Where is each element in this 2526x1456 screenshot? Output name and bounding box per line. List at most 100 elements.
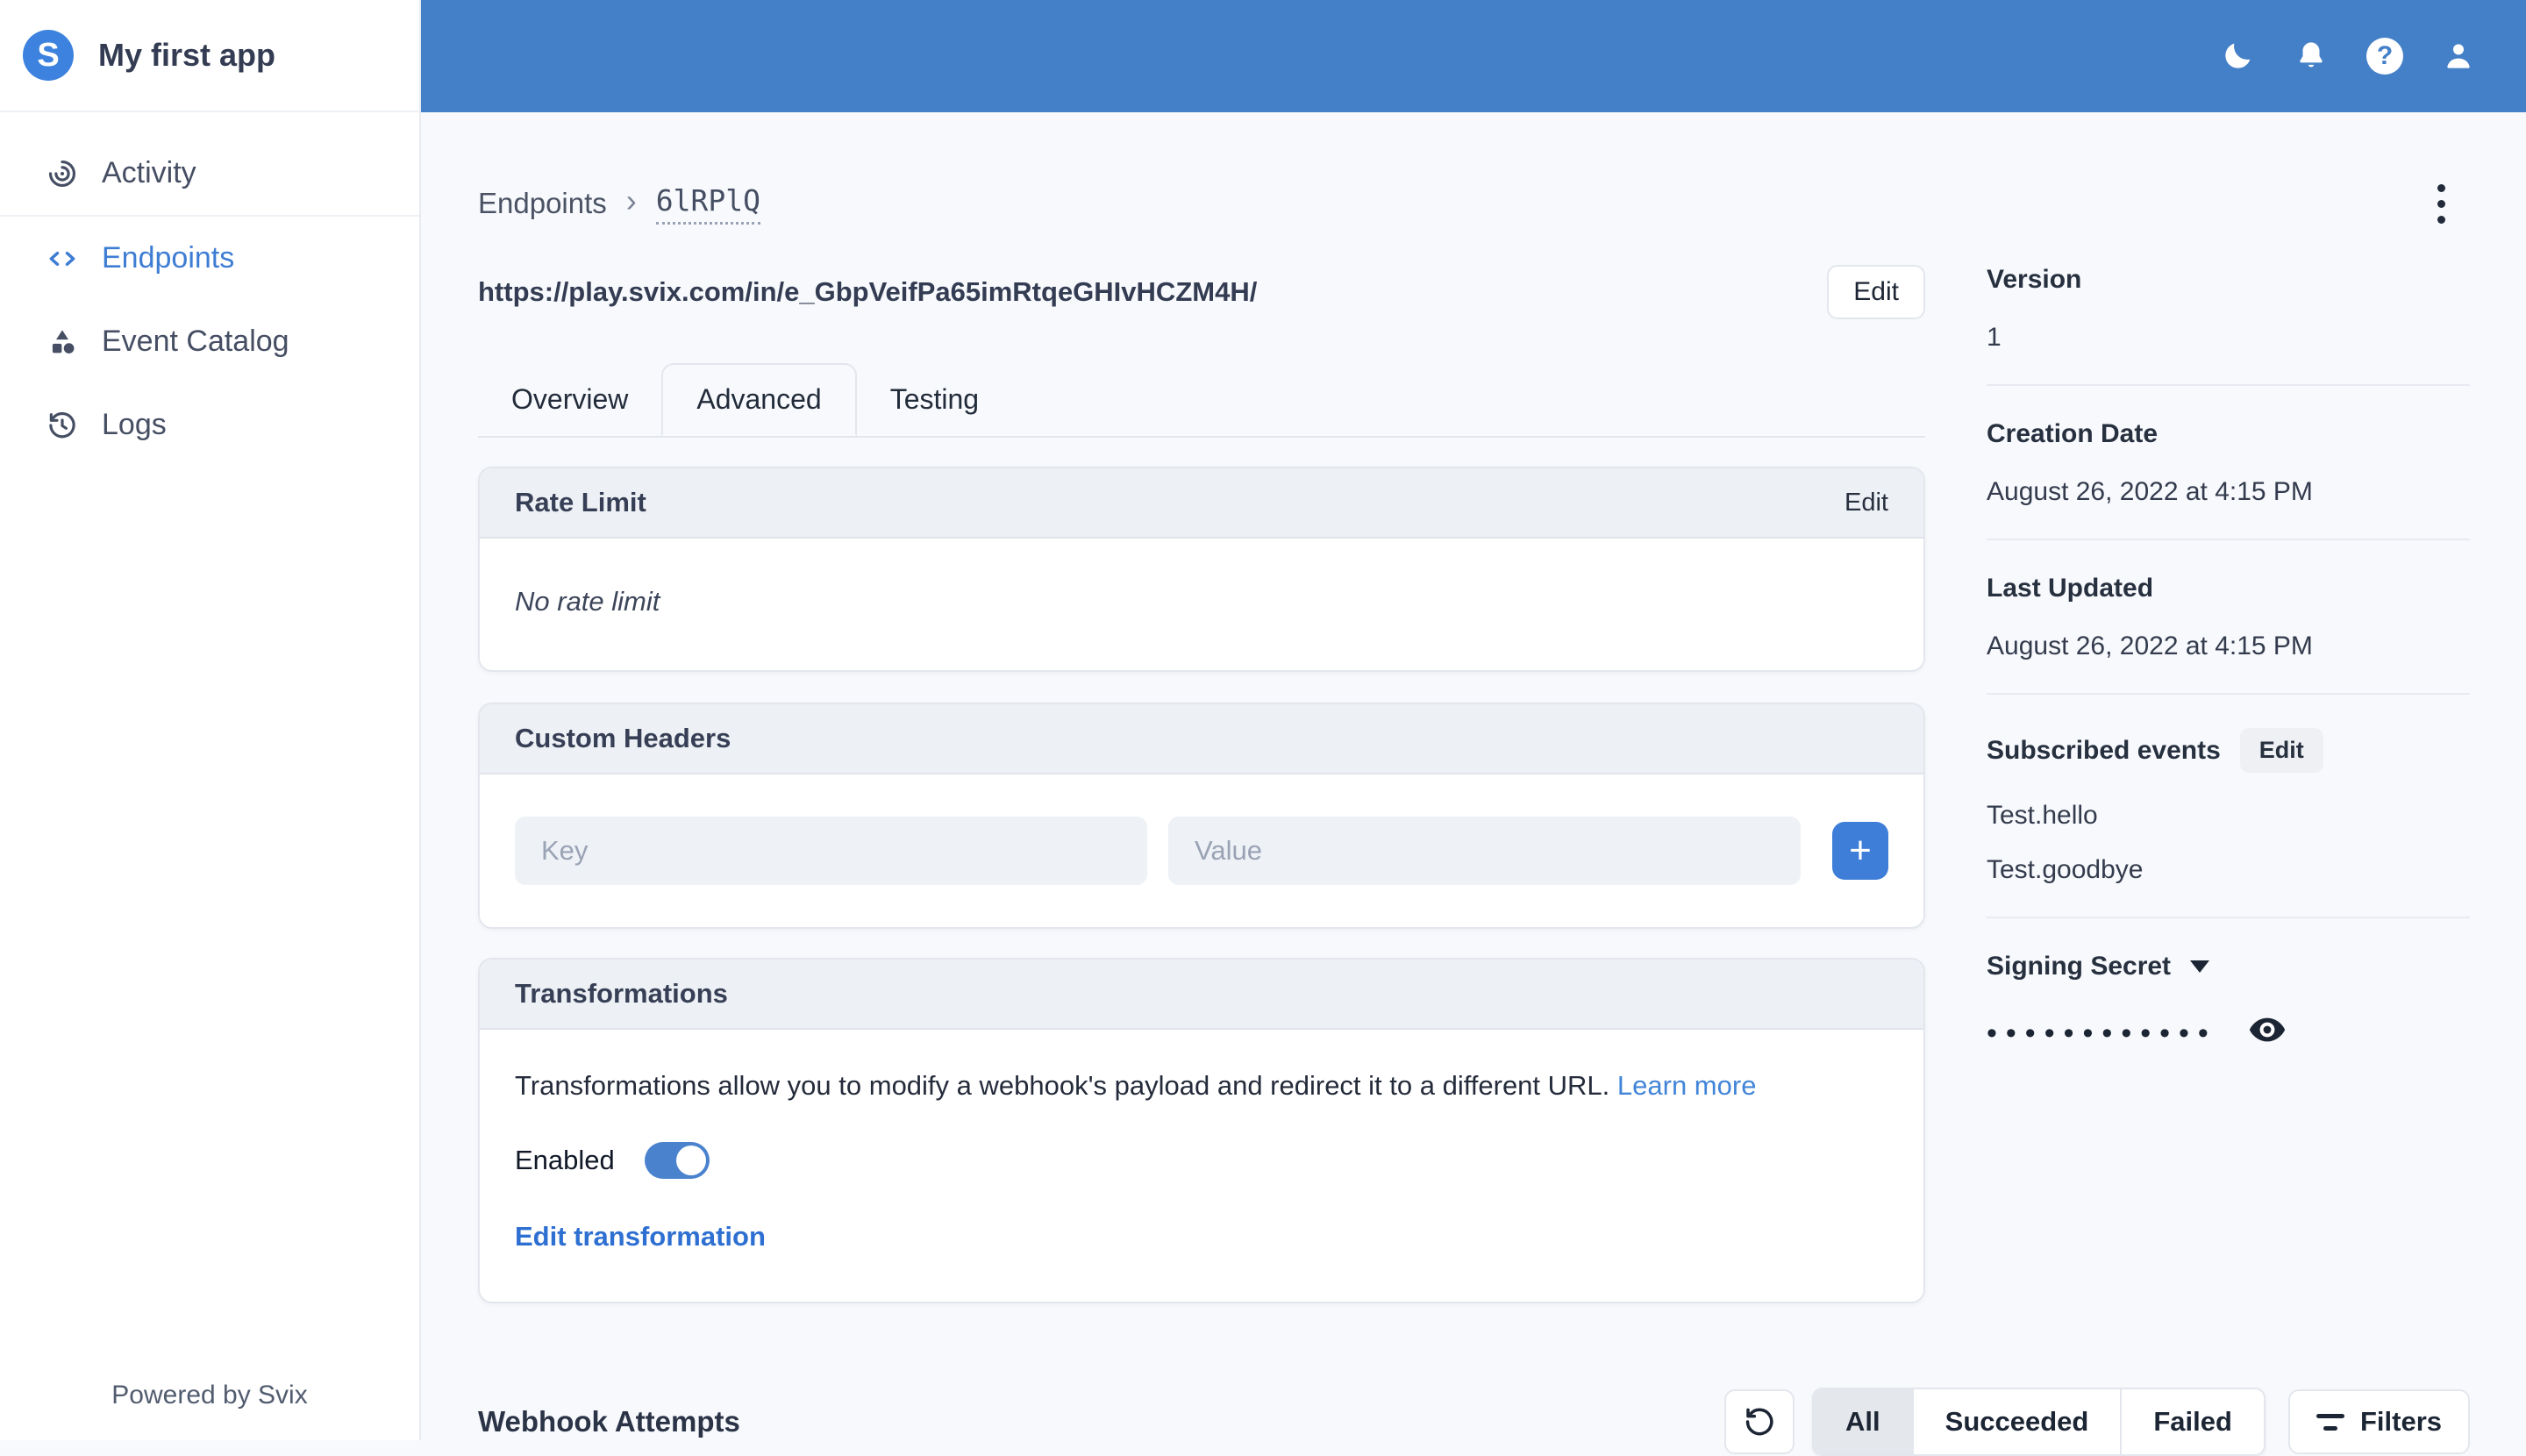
last-updated-section: Last Updated August 26, 2022 at 4:15 PM [1987,574,2470,695]
header-value-input[interactable] [1168,817,1801,885]
transformations-title: Transformations [515,978,728,1009]
subscribed-event: Test.goodbye [1987,855,2144,884]
help-button[interactable]: ? [2366,38,2403,75]
main-content: Endpoints › 6lRPlQ https://play.svix.com… [421,112,2526,1456]
transformations-body: Transformations allow you to modify a we… [480,1030,1923,1302]
app-header[interactable]: S My first app [0,0,419,112]
filters-label: Filters [2359,1406,2442,1437]
custom-headers-body: + [480,774,1923,927]
webhook-attempts-title: Webhook Attempts [478,1405,740,1438]
webhook-attempts-controls: All Succeeded Failed Filters [1724,1388,2470,1456]
transformations-enabled-toggle[interactable] [644,1142,710,1179]
powered-by-svix: Powered by Svix [111,1381,308,1410]
kebab-menu-button[interactable] [2430,177,2452,231]
status-filter-group: All Succeeded Failed [1812,1388,2266,1456]
last-updated-value: August 26, 2022 at 4:15 PM [1987,632,2313,660]
sidebar-item-logs[interactable]: Logs [0,383,419,467]
rate-limit-title: Rate Limit [515,487,646,517]
breadcrumb-row: Endpoints › 6lRPlQ [478,175,2470,232]
filters-button[interactable]: Filters [2287,1389,2470,1454]
rate-limit-edit-button[interactable]: Edit [1845,489,1888,517]
shapes-icon [52,329,75,353]
transformations-enabled-row: Enabled [515,1142,1888,1179]
app-name: My first app [98,37,276,73]
subscribed-event: Test.hello [1987,801,2098,830]
signing-secret-section: Signing Secret •••••••••••• [1987,952,2470,1081]
subscribed-events-edit-button[interactable]: Edit [2239,728,2323,773]
sidebar-item-event-catalog[interactable]: Event Catalog [0,300,419,383]
endpoint-url: https://play.svix.com/in/e_GbpVeifPa65im… [478,276,1258,307]
bell-icon [2300,42,2323,68]
custom-headers-card: Custom Headers + [478,703,1925,929]
sidebar: S My first app Activity Endpoints Event … [0,0,421,1440]
creation-date-value: August 26, 2022 at 4:15 PM [1987,477,2313,506]
help-glyph: ? [2376,41,2394,70]
chevron-down-icon[interactable] [2190,960,2210,973]
filter-icon [2316,1413,2344,1431]
webhook-attempts-row: Webhook Attempts All Succeeded Failed Fi… [478,1388,2470,1456]
sidebar-item-endpoints[interactable]: Endpoints [0,217,419,300]
endpoint-main-column: https://play.svix.com/in/e_GbpVeifPa65im… [478,265,1925,1303]
transformations-description-text: Transformations allow you to modify a we… [515,1070,1610,1101]
version-label: Version [1987,265,2082,294]
last-updated-label: Last Updated [1987,574,2154,603]
account-button[interactable] [2440,38,2477,75]
endpoint-details-panel: Version 1 Creation Date August 26, 2022 … [1987,265,2470,1081]
help-icon: ? [2366,38,2403,75]
refresh-button[interactable] [1724,1389,1795,1454]
filter-failed[interactable]: Failed [2120,1389,2264,1454]
breadcrumb-endpoints-link[interactable]: Endpoints [478,187,607,220]
subscribed-events-label: Subscribed events [1987,735,2221,765]
version-value: 1 [1987,323,2002,352]
sidebar-item-activity[interactable]: Activity [0,132,419,215]
endpoint-url-row: https://play.svix.com/in/e_GbpVeifPa65im… [478,265,1925,319]
version-section: Version 1 [1987,265,2470,386]
transformations-description: Transformations allow you to modify a we… [515,1070,1888,1102]
moon-icon [2225,43,2251,68]
sidebar-item-label: Logs [102,408,167,441]
activity-icon [48,160,76,187]
learn-more-link[interactable]: Learn more [1617,1070,1757,1101]
reveal-secret-eye-icon[interactable] [2247,1010,2287,1050]
sidebar-item-label: Event Catalog [102,325,289,358]
rate-limit-card: Rate Limit Edit No rate limit [478,467,1925,672]
creation-date-label: Creation Date [1987,419,2159,448]
edit-transformation-link[interactable]: Edit transformation [515,1221,1888,1253]
creation-date-section: Creation Date August 26, 2022 at 4:15 PM [1987,419,2470,540]
notifications-button[interactable] [2293,38,2330,75]
svix-logo: S [23,30,74,81]
signing-secret-masked-value: •••••••••••• [1987,1017,2217,1050]
enabled-label: Enabled [515,1145,615,1175]
transformations-card: Transformations Transformations allow yo… [478,958,1925,1303]
endpoint-detail-page: S My first app Activity Endpoints Event … [0,0,2526,1456]
user-icon [2447,44,2470,68]
transformations-card-header: Transformations [480,960,1923,1030]
edit-url-button[interactable]: Edit [1827,265,1925,319]
topbar: ? [421,0,2526,112]
sidebar-item-label: Endpoints [102,241,235,275]
tab-overview[interactable]: Overview [478,363,661,436]
add-header-button[interactable]: + [1832,822,1888,880]
sidebar-nav: Activity Endpoints Event Catalog Logs [0,112,419,467]
chevron-right-icon: › [625,182,637,218]
history-clock-icon [49,411,75,438]
tab-bar: Overview Advanced Testing [478,363,1925,438]
refresh-icon [1745,1408,1773,1436]
breadcrumb: Endpoints › 6lRPlQ [478,183,760,225]
code-brackets-icon [49,251,75,266]
rate-limit-empty-text: No rate limit [515,586,660,617]
tab-testing[interactable]: Testing [857,363,1012,436]
header-key-input[interactable] [515,817,1147,885]
logo-letter: S [37,36,60,74]
toggle-knob [675,1146,706,1175]
breadcrumb-endpoint-id[interactable]: 6lRPlQ [655,183,760,225]
custom-headers-title: Custom Headers [515,723,731,753]
subscribed-events-section: Subscribed events Edit Test.hello Test.g… [1987,728,2470,918]
tab-advanced[interactable]: Advanced [661,363,857,436]
rate-limit-card-header: Rate Limit Edit [480,468,1923,539]
filter-succeeded[interactable]: Succeeded [1911,1389,2121,1454]
signing-secret-label: Signing Secret [1987,952,2172,981]
filter-all[interactable]: All [1814,1389,1912,1454]
custom-headers-card-header: Custom Headers [480,704,1923,774]
dark-mode-toggle[interactable] [2219,38,2256,75]
